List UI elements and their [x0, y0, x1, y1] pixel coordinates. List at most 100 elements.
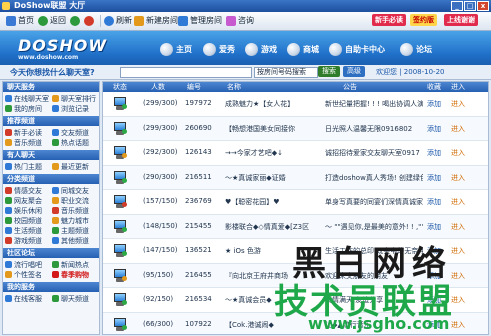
sidebar-item[interactable]: 游戏频道 [5, 236, 50, 245]
advice-button[interactable]: 咨询 [226, 14, 254, 27]
enter-room-link[interactable]: 进入 [451, 173, 465, 183]
nav-aixiu[interactable]: 爱秀 [203, 41, 235, 57]
search-input[interactable] [120, 67, 252, 78]
sidebar-item[interactable]: 在线聊天室 [5, 94, 50, 103]
enter-room-link[interactable]: 进入 [451, 99, 465, 109]
sidebar-item[interactable]: 热点话题 [52, 138, 97, 147]
nav-games[interactable]: 游戏 [245, 41, 277, 57]
close-icon[interactable]: x [477, 1, 489, 11]
minimize-icon[interactable]: _ [451, 1, 463, 11]
sidebar-item[interactable]: 生活频道 [5, 226, 50, 235]
add-favorite-link[interactable]: 添加 [427, 148, 441, 158]
table-row[interactable]: (292/300) 126143 →→今家才艺吧◆↓ 诚招招待爱家交友聊天室0917 添… [103, 141, 488, 166]
sidebar-section-title: 聊天服务 [3, 82, 99, 92]
manage-room-button[interactable]: 管理房间 [178, 14, 222, 27]
sidebar-item-icon [5, 261, 12, 268]
table-row[interactable]: (95/150) 216455 『向北京王府井商场 欢迎来交朋友的朋友 添加 进入 [103, 263, 488, 288]
nav-forum[interactable]: 论坛 [400, 41, 432, 57]
table-row[interactable]: (66/300) 107922 【Cok.港诚闹◆ 让◆▲流行音乐 添加 进入 [103, 312, 488, 334]
enter-room-link[interactable]: 进入 [451, 222, 465, 232]
sidebar-item[interactable]: 新闻热点 [52, 260, 97, 269]
sidebar-section-body: 流行唱吧 新闻热点 个性签名 春季购物 [3, 258, 99, 282]
room-name[interactable]: 【Cok.港诚闹◆ [225, 320, 309, 330]
back-button[interactable]: 返回 [38, 14, 66, 27]
maximize-icon[interactable]: □ [464, 1, 476, 11]
sidebar-item-icon [5, 139, 12, 146]
computer-icon [113, 293, 127, 307]
refresh-button[interactable]: 刷新 [104, 14, 132, 27]
sidebar-item[interactable]: 在线客服 [5, 294, 50, 303]
sidebar-item[interactable]: 新手必读 [5, 128, 50, 137]
nav-card-center[interactable]: 自助卡中心 [329, 41, 385, 57]
forward-button[interactable] [70, 14, 80, 27]
room-name[interactable]: 〜★真诚会员◆ [225, 295, 309, 305]
sidebar-item[interactable]: 热门主题 [5, 162, 50, 171]
sidebar-item[interactable]: 同城交友 [52, 186, 97, 195]
search-button[interactable]: 搜索 [318, 66, 340, 77]
sidebar-item[interactable]: 情感交友 [5, 186, 50, 195]
sidebar-item[interactable]: 浏览记录 [52, 104, 97, 113]
table-row[interactable]: (290/300) 216511 〜★真诚家丽◆证婚 打造doshow真人秀场! 创建… [103, 165, 488, 190]
sidebar-item[interactable]: 音乐频道 [52, 206, 97, 215]
add-favorite-link[interactable]: 添加 [427, 197, 441, 207]
add-favorite-link[interactable]: 添加 [427, 99, 441, 109]
sidebar-item[interactable]: 个性签名 [5, 270, 50, 279]
add-favorite-link[interactable]: 添加 [427, 222, 441, 232]
table-row[interactable]: (92/150) 216534 〜★真诚会员◆ 真情满天,友谊分享 添加 进入 [103, 288, 488, 313]
table-row[interactable]: (299/300) 260690 【畅想港国美女同接你 日光照人温馨无限0916802… [103, 116, 488, 141]
sidebar-item-label: 职业交流 [61, 196, 89, 205]
home-button[interactable]: 首页 [6, 14, 34, 27]
room-name[interactable]: ★ iOs 色游 [225, 246, 309, 256]
sidebar-item[interactable]: 流行唱吧 [5, 260, 50, 269]
table-row[interactable]: (299/300) 197972 成熟魅力★【女人花】 新世纪量把握! ! ! 喝出协… [103, 92, 488, 117]
room-name[interactable]: ♥【聪密花园】♥ [225, 197, 309, 207]
new-room-button[interactable]: 新建房间 [134, 14, 178, 27]
sidebar-item[interactable]: 职业交流 [52, 196, 97, 205]
room-name[interactable]: 『向北京王府井商场 [225, 271, 309, 281]
add-favorite-link[interactable]: 添加 [427, 295, 441, 305]
enter-room-link[interactable]: 进入 [451, 148, 465, 158]
manage-room-icon [178, 15, 188, 26]
add-favorite-link[interactable]: 添加 [427, 320, 441, 330]
advanced-search-button[interactable]: 高级 [343, 66, 365, 77]
enter-room-link[interactable]: 进入 [451, 295, 465, 305]
nav-mall[interactable]: 商城 [287, 41, 319, 57]
sidebar-item-icon [5, 295, 12, 302]
sidebar-item[interactable]: 我的房间 [5, 104, 50, 113]
add-favorite-link[interactable]: 添加 [427, 124, 441, 134]
table-row[interactable]: (157/150) 236769 ♥【聪密花园】♥ 单身写真要的同宴们深情真诚家聚证婚… [103, 190, 488, 215]
room-name[interactable]: 〜★真诚家丽◆证婚 [225, 173, 309, 183]
room-name[interactable]: 【畅想港国美女同接你 [225, 124, 309, 134]
room-name[interactable]: 成熟魅力★【女人花】 [225, 99, 309, 109]
sidebar-item[interactable]: 娱乐休闲 [5, 206, 50, 215]
enter-room-link[interactable]: 进入 [451, 197, 465, 207]
table-row[interactable]: (148/150) 215455 影楼联合◆◇情真爱◆[Z3区 〜 ""遇见你,是最美… [103, 214, 488, 239]
sidebar-item[interactable]: 聊天室排行 [52, 94, 97, 103]
enter-room-link[interactable]: 进入 [451, 320, 465, 330]
sidebar-item[interactable]: 网友聚会 [5, 196, 50, 205]
sidebar-item[interactable]: 交友频道 [52, 128, 97, 137]
room-name[interactable]: →→今家才艺吧◆↓ [225, 148, 309, 158]
promo-sign[interactable]: 签约版 [410, 14, 437, 26]
room-name[interactable]: 影楼联合◆◇情真爱◆[Z3区 [225, 222, 309, 232]
nav-home[interactable]: 主页 [160, 41, 192, 57]
sidebar-item[interactable]: 魅力城市 [52, 216, 97, 225]
sidebar-item[interactable]: 春季购物 [52, 270, 97, 279]
sidebar-item[interactable]: 主题频道 [52, 226, 97, 235]
add-favorite-link[interactable]: 添加 [427, 271, 441, 281]
table-row[interactable]: (147/150) 136521 ★ iOs 色游 生活工作的总印,既实中的无奈;我的… [103, 239, 488, 264]
promo-online[interactable]: 上线谢谢 [444, 14, 478, 26]
sidebar-item[interactable]: 音乐频道 [5, 138, 50, 147]
sidebar-item[interactable]: 其他频道 [52, 236, 97, 245]
search-type-select[interactable]: 按房间号码搜索 [254, 67, 318, 78]
sidebar-item[interactable]: 校园频道 [5, 216, 50, 225]
add-favorite-link[interactable]: 添加 [427, 246, 441, 256]
sidebar-item[interactable]: 聊天频道 [52, 294, 97, 303]
enter-room-link[interactable]: 进入 [451, 271, 465, 281]
add-favorite-link[interactable]: 添加 [427, 173, 441, 183]
sidebar-item[interactable]: 最近更新 [52, 162, 97, 171]
enter-room-link[interactable]: 进入 [451, 124, 465, 134]
stop-button[interactable] [84, 14, 94, 27]
promo-newbie[interactable]: 新手必读 [372, 14, 406, 26]
enter-room-link[interactable]: 进入 [451, 246, 465, 256]
